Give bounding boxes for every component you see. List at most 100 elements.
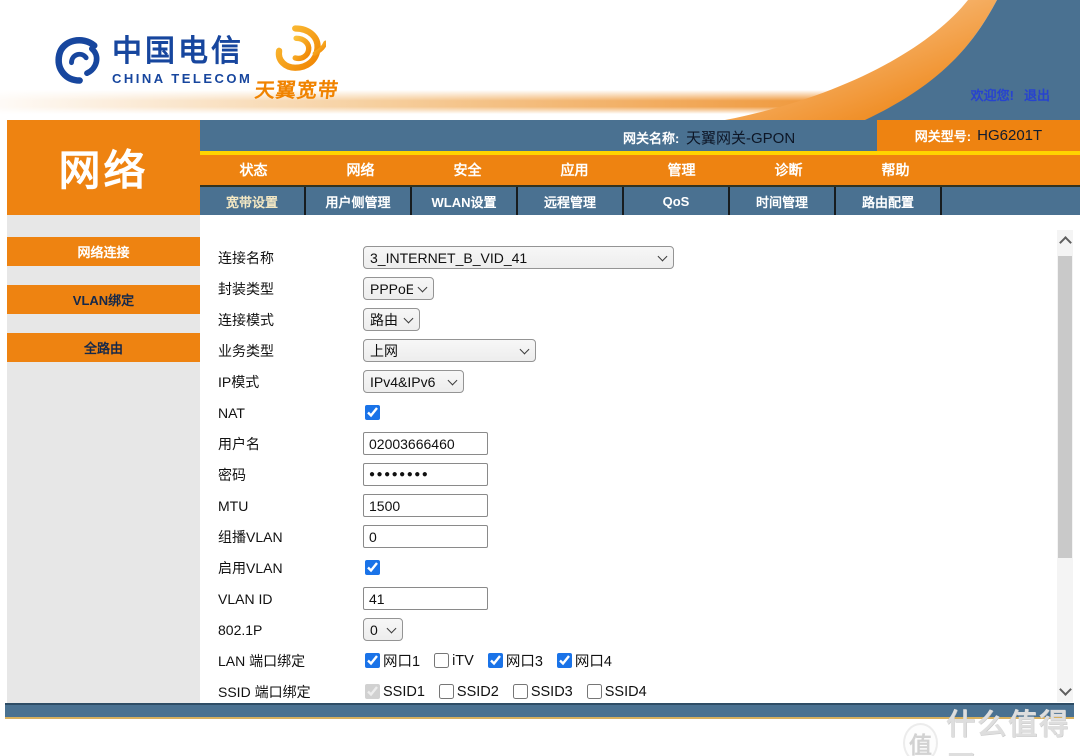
mcast-vlan-field[interactable]	[363, 525, 488, 548]
page-header: 欢迎您! 退出 中国电信 CHINA TELECOM	[0, 0, 1080, 120]
form-row-connection-mode: 连接模式路由	[200, 304, 1074, 335]
scroll-up-icon[interactable]	[1059, 236, 1072, 249]
form-row-mtu: MTU	[200, 490, 1074, 521]
ssid-port-binding-checkbox-SSID2[interactable]	[439, 684, 454, 699]
router-admin-page: 欢迎您! 退出 中国电信 CHINA TELECOM	[0, 0, 1080, 756]
china-telecom-logo-icon	[52, 32, 104, 90]
ssid-port-binding-item-1: SSID1	[363, 684, 425, 700]
form-row-lan-port-binding: LAN 端口绑定网口1iTV网口3网口4	[200, 645, 1074, 676]
ssid-port-binding-checkbox-SSID4[interactable]	[587, 684, 602, 699]
ssid-port-binding-item-2: SSID2	[437, 684, 499, 700]
logout-link[interactable]: 退出	[1024, 88, 1050, 103]
subnav-tab-2[interactable]: 用户侧管理	[306, 187, 412, 215]
scrollbar-thumb[interactable]	[1058, 256, 1072, 558]
nav-tab-1[interactable]: 状态	[200, 155, 307, 185]
smzdm-watermark: 值 什么值得买	[903, 701, 1080, 756]
china-telecom-en: CHINA TELECOM	[112, 72, 252, 85]
section-title: 网络	[58, 137, 148, 198]
form-row-encap-type: 封装类型PPPoE	[200, 273, 1074, 304]
form-row-dot1p: 802.1P0	[200, 614, 1074, 645]
mtu-field[interactable]	[363, 494, 488, 517]
lan-port-binding-checkbox-iTV[interactable]	[434, 653, 449, 668]
welcome-text: 欢迎您!	[971, 88, 1014, 103]
form-row-mcast-vlan: 组播VLAN	[200, 521, 1074, 552]
service-type-label: 业务类型	[218, 341, 363, 361]
lan-port-binding-label: LAN 端口绑定	[218, 651, 363, 671]
connection-mode-select[interactable]: 路由	[363, 308, 420, 331]
service-type-select-wrap: 上网	[363, 339, 536, 362]
main-nav: 状态网络安全应用管理诊断帮助	[200, 155, 1080, 185]
broadband-settings-form: 连接名称3_INTERNET_B_VID_41封装类型PPPoE连接模式路由业务…	[200, 215, 1074, 703]
encap-type-select[interactable]: PPPoE	[363, 277, 434, 300]
vlan-id-field[interactable]	[363, 587, 488, 610]
lan-port-binding-checkbox-网口1[interactable]	[365, 653, 380, 668]
vertical-scrollbar[interactable]	[1057, 230, 1073, 702]
vlan-enable-label: 启用VLAN	[218, 558, 363, 578]
sidebar-item-1[interactable]: 网络连接	[7, 237, 200, 266]
subnav-tab-5[interactable]: QoS	[624, 187, 730, 215]
subnav-filler	[942, 187, 1080, 215]
welcome-area: 欢迎您! 退出	[971, 85, 1050, 104]
form-row-nat: NAT	[200, 397, 1074, 428]
sidebar-item-3[interactable]: 全路由	[7, 333, 200, 362]
china-telecom-cn: 中国电信	[112, 37, 252, 67]
connection-name-select[interactable]: 3_INTERNET_B_VID_41	[363, 246, 674, 269]
ssid-port-binding-checkbox-SSID3[interactable]	[513, 684, 528, 699]
ip-mode-label: IP模式	[218, 372, 363, 392]
ssid-port-binding-checkbox-SSID1	[365, 684, 380, 699]
subnav-tab-1[interactable]: 宽带设置	[200, 187, 306, 215]
tianyi-swirl-icon	[268, 24, 326, 74]
service-type-select[interactable]: 上网	[363, 339, 536, 362]
tianyi-broadband-logo: 天翼宽带	[255, 24, 339, 103]
lan-port-binding-item-4: 网口4	[555, 650, 612, 671]
section-header: 网络	[7, 120, 200, 215]
username-label: 用户名	[218, 434, 363, 454]
gateway-model-panel: 网关型号: HG6201T	[877, 120, 1080, 151]
password-field[interactable]	[363, 463, 488, 486]
lan-port-binding-checkbox-网口4[interactable]	[557, 653, 572, 668]
form-row-vlan-id: VLAN ID	[200, 583, 1074, 614]
password-label: 密码	[218, 465, 363, 485]
ip-mode-select-wrap: IPv4&IPv6	[363, 370, 464, 393]
nav-filler	[949, 155, 1080, 185]
nav-tab-4[interactable]: 应用	[521, 155, 628, 185]
gateway-model-label: 网关型号:	[915, 126, 971, 145]
form-row-username: 用户名	[200, 428, 1074, 459]
nav-tab-5[interactable]: 管理	[628, 155, 735, 185]
encap-type-label: 封装类型	[218, 279, 363, 299]
username-field[interactable]	[363, 432, 488, 455]
dot1p-select[interactable]: 0	[363, 618, 403, 641]
lan-port-binding-item-3: 网口3	[486, 650, 543, 671]
smzdm-watermark-text: 什么值得买	[946, 701, 1080, 756]
ssid-port-binding-item-3: SSID3	[511, 684, 573, 700]
nav-tab-6[interactable]: 诊断	[735, 155, 842, 185]
mtu-label: MTU	[218, 498, 363, 514]
connection-mode-select-wrap: 路由	[363, 308, 420, 331]
nav-tab-3[interactable]: 安全	[414, 155, 521, 185]
dot1p-label: 802.1P	[218, 622, 363, 638]
gateway-model-value: HG6201T	[977, 127, 1042, 144]
lan-port-binding-item-2: iTV	[432, 653, 474, 669]
nav-tab-2[interactable]: 网络	[307, 155, 414, 185]
sub-nav: 宽带设置用户侧管理WLAN设置远程管理QoS时间管理路由配置	[200, 185, 1080, 215]
encap-type-select-wrap: PPPoE	[363, 277, 434, 300]
form-row-ssid-port-binding: SSID 端口绑定SSID1SSID2SSID3SSID4	[200, 676, 1074, 703]
subnav-tab-4[interactable]: 远程管理	[518, 187, 624, 215]
sidebar-item-2[interactable]: VLAN绑定	[7, 285, 200, 314]
lan-port-binding-checkbox-网口3[interactable]	[488, 653, 503, 668]
form-row-ip-mode: IP模式IPv4&IPv6	[200, 366, 1074, 397]
subnav-tab-7[interactable]: 路由配置	[836, 187, 942, 215]
ip-mode-select[interactable]: IPv4&IPv6	[363, 370, 464, 393]
connection-name-select-wrap: 3_INTERNET_B_VID_41	[363, 246, 674, 269]
smzdm-badge-icon: 值	[903, 723, 938, 756]
scroll-down-icon[interactable]	[1059, 683, 1072, 696]
form-row-password: 密码	[200, 459, 1074, 490]
vlan-enable-checkbox[interactable]	[365, 560, 380, 575]
sidebar-menu: 网络连接 VLAN绑定全路由	[7, 215, 200, 703]
nat-checkbox[interactable]	[365, 405, 380, 420]
subnav-tab-6[interactable]: 时间管理	[730, 187, 836, 215]
subnav-tab-3[interactable]: WLAN设置	[412, 187, 518, 215]
ssid-port-binding-label: SSID 端口绑定	[218, 682, 363, 702]
form-row-service-type: 业务类型上网	[200, 335, 1074, 366]
nav-tab-7[interactable]: 帮助	[842, 155, 949, 185]
